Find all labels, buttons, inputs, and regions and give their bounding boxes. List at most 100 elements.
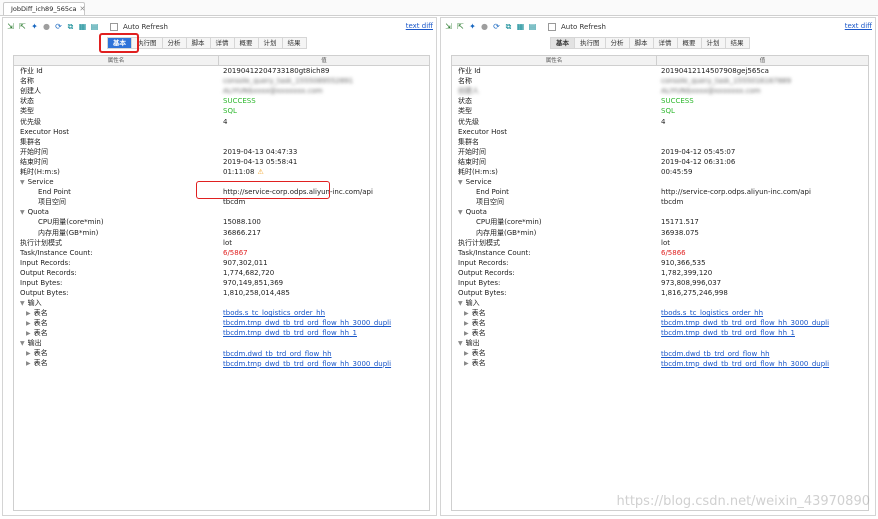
property-name: 优先级 [20, 117, 41, 126]
save-icon[interactable]: ▤ [528, 22, 537, 31]
property-name: 执行计划模式 [20, 238, 62, 247]
tab-details[interactable]: 详情 [653, 37, 678, 49]
table-row[interactable]: ▶ 表名 tbcdm.dwd_tb_trd_ord_flow_hh [452, 349, 868, 359]
tab-plan[interactable]: 计划 [258, 37, 283, 49]
table-row[interactable]: ▶ 表名 tbods.s_tc_logistics_order_hh [14, 308, 429, 318]
property-value: console_query_task_1555016167889 [661, 77, 792, 86]
tab-result[interactable]: 结果 [725, 37, 750, 49]
tab-script[interactable]: 脚本 [186, 37, 211, 49]
expand-arrow-icon[interactable]: ▶ [26, 330, 31, 337]
expand-arrow-icon[interactable]: ▶ [464, 310, 469, 317]
table-row[interactable]: ▶ 表名 tbcdm.tmp_dwd_tb_trd_ord_flow_hh_3000… [452, 318, 868, 328]
tab-plan[interactable]: 计划 [701, 37, 726, 49]
export-icon[interactable]: ⇲ [6, 22, 15, 31]
table-row[interactable]: ▼ Quota [14, 207, 429, 217]
table-row[interactable]: ▶ 表名 tbcdm.tmp_dwd_tb_trd_ord_flow_hh_3000… [14, 318, 429, 328]
copy-icon[interactable]: ⧉ [504, 22, 513, 31]
tab-summary[interactable]: 概要 [234, 37, 259, 49]
collapse-arrow-icon[interactable]: ▼ [20, 209, 25, 216]
expand-arrow-icon[interactable]: ▶ [464, 330, 469, 337]
table-row: Output Bytes: 1,810,258,014,485 [14, 288, 429, 298]
expand-arrow-icon[interactable]: ▶ [464, 350, 469, 357]
auto-refresh-checkbox[interactable] [548, 22, 556, 31]
property-name: 项目空间 [38, 198, 66, 207]
collapse-arrow-icon[interactable]: ▼ [458, 340, 463, 347]
tab-execution-graph[interactable]: 执行图 [575, 37, 606, 49]
table-row: CPU用量(core*min) 15088.100 [14, 217, 429, 227]
expand-arrow-icon[interactable]: ▶ [26, 310, 31, 317]
property-name: 耗时(H:m:s) [20, 167, 60, 176]
refresh-icon[interactable]: ⟳ [54, 22, 63, 31]
import-icon[interactable]: ⇱ [456, 22, 465, 31]
table-row[interactable]: ▶ 表名 tbcdm.dwd_tb_trd_ord_flow_hh [14, 349, 429, 359]
table-row[interactable]: ▼ Service [452, 177, 868, 187]
table-link[interactable]: tbcdm.tmp_dwd_tb_trd_ord_flow_hh_1 [219, 328, 429, 338]
close-icon[interactable]: ✕ [80, 5, 86, 13]
tab-details[interactable]: 详情 [210, 37, 235, 49]
import-icon[interactable]: ⇱ [18, 22, 27, 31]
tab-summary[interactable]: 概要 [677, 37, 702, 49]
property-name: Executor Host [458, 127, 508, 136]
collapse-arrow-icon[interactable]: ▼ [20, 300, 25, 307]
property-value: 907,302,011 [223, 258, 268, 267]
table-row: 状态 SUCCESS [14, 96, 429, 106]
table-row[interactable]: ▶ 表名 tbcdm.tmp_dwd_tb_trd_ord_flow_hh_3000… [14, 359, 429, 369]
table-link[interactable]: tbcdm.tmp_dwd_tb_trd_ord_flow_hh_3000_du… [219, 359, 429, 369]
right-subtabs: 基本 执行图 分析 脚本 详情 概要 计划 结果 [550, 37, 750, 49]
job-diff-file-tab[interactable]: JobDiff_ich89_565ca ✕ [3, 2, 85, 15]
collapse-arrow-icon[interactable]: ▼ [458, 300, 463, 307]
calendar-icon[interactable]: ▦ [78, 22, 87, 31]
auto-refresh-checkbox[interactable] [110, 22, 118, 31]
table-link[interactable]: tbcdm.tmp_dwd_tb_trd_ord_flow_hh_3000_du… [219, 318, 429, 328]
property-name: 项目空间 [476, 198, 504, 207]
tab-script[interactable]: 脚本 [629, 37, 654, 49]
property-value: 973,808,996,037 [661, 279, 722, 288]
expand-arrow-icon[interactable]: ▶ [26, 360, 31, 367]
table-link[interactable]: tbcdm.dwd_tb_trd_ord_flow_hh [219, 349, 429, 359]
stop-icon[interactable]: ● [42, 22, 51, 31]
expand-arrow-icon[interactable]: ▶ [26, 320, 31, 327]
table-link[interactable]: tbcdm.dwd_tb_trd_ord_flow_hh [657, 349, 868, 359]
table-row[interactable]: ▶ 表名 tbods.s_tc_logistics_order_hh [452, 308, 868, 318]
table-link[interactable]: tbods.s_tc_logistics_order_hh [657, 308, 868, 318]
run-icon[interactable]: ✦ [30, 22, 39, 31]
table-row[interactable]: ▼ 输入 [452, 298, 868, 308]
table-row[interactable]: ▼ Quota [452, 207, 868, 217]
table-link[interactable]: tbcdm.tmp_dwd_tb_trd_ord_flow_hh_1 [657, 328, 868, 338]
table-row[interactable]: ▶ 表名 tbcdm.tmp_dwd_tb_trd_ord_flow_hh_1 [452, 328, 868, 338]
table-row[interactable]: ▶ 表名 tbcdm.tmp_dwd_tb_trd_ord_flow_hh_3000… [452, 359, 868, 369]
table-row: 创建人 ALIYUN$xxxx@xxxxxxx.com [452, 86, 868, 96]
stop-icon[interactable]: ● [480, 22, 489, 31]
text-diff-link[interactable]: text diff [845, 22, 872, 30]
auto-refresh-label: Auto Refresh [123, 22, 168, 31]
table-row: 执行计划模式 lot [452, 238, 868, 248]
collapse-arrow-icon[interactable]: ▼ [20, 340, 25, 347]
table-row[interactable]: ▶ 表名 tbcdm.tmp_dwd_tb_trd_ord_flow_hh_1 [14, 328, 429, 338]
collapse-arrow-icon[interactable]: ▼ [458, 209, 463, 216]
calendar-icon[interactable]: ▦ [516, 22, 525, 31]
tab-analysis[interactable]: 分析 [605, 37, 630, 49]
collapse-arrow-icon[interactable]: ▼ [458, 179, 463, 186]
table-link[interactable]: tbcdm.tmp_dwd_tb_trd_ord_flow_hh_3000_du… [657, 318, 868, 328]
collapse-arrow-icon[interactable]: ▼ [20, 179, 25, 186]
property-name: End Point [476, 188, 509, 197]
save-icon[interactable]: ▤ [90, 22, 99, 31]
expand-arrow-icon[interactable]: ▶ [464, 360, 469, 367]
table-link[interactable]: tbcdm.tmp_dwd_tb_trd_ord_flow_hh_3000_du… [657, 359, 868, 369]
table-link[interactable]: tbods.s_tc_logistics_order_hh [219, 308, 429, 318]
export-icon[interactable]: ⇲ [444, 22, 453, 31]
table-row[interactable]: ▼ 输出 [452, 339, 868, 349]
run-icon[interactable]: ✦ [468, 22, 477, 31]
refresh-icon[interactable]: ⟳ [492, 22, 501, 31]
table-row[interactable]: ▼ 输入 [14, 298, 429, 308]
expand-arrow-icon[interactable]: ▶ [26, 350, 31, 357]
tab-result[interactable]: 结果 [282, 37, 307, 49]
property-value: 910,366,535 [661, 258, 706, 267]
copy-icon[interactable]: ⧉ [66, 22, 75, 31]
expand-arrow-icon[interactable]: ▶ [464, 320, 469, 327]
tab-basic[interactable]: 基本 [550, 37, 575, 49]
property-value: 2019-04-13 04:47:33 [223, 147, 298, 156]
text-diff-link[interactable]: text diff [406, 22, 433, 30]
table-row[interactable]: ▼ 输出 [14, 339, 429, 349]
tab-analysis[interactable]: 分析 [162, 37, 187, 49]
